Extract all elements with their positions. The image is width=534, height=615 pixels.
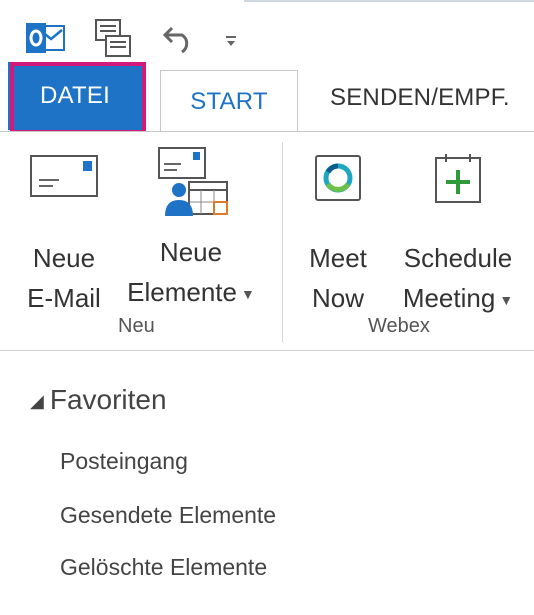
new-items-line2: Elemente bbox=[127, 277, 237, 307]
quick-access-toolbar bbox=[0, 0, 534, 62]
customize-qat-icon[interactable] bbox=[224, 34, 238, 52]
group-label-webex: Webex bbox=[368, 315, 430, 337]
schedule-meeting-line2-wrap: Meeting ▼ bbox=[390, 278, 526, 320]
collapse-triangle-icon: ◢ bbox=[30, 391, 44, 412]
undo-icon[interactable] bbox=[162, 24, 198, 59]
tab-datei[interactable]: DATEI bbox=[8, 62, 142, 130]
tab-datei-label: DATEI bbox=[40, 82, 110, 109]
group-separator bbox=[282, 142, 283, 342]
folder-gesendete-elemente[interactable]: Gesendete Elemente bbox=[60, 502, 276, 529]
schedule-meeting-line1: Schedule bbox=[403, 243, 513, 273]
new-email-line2: E-Mail bbox=[27, 283, 101, 313]
new-items-icon bbox=[158, 147, 228, 216]
new-items-button[interactable]: Neue Elemente ▼ bbox=[116, 146, 266, 314]
ribbon-start: Neue E-Mail Neue Elemente ▼ Meet Now Sch… bbox=[0, 131, 534, 351]
tab-senden-label: SENDEN/EMPF. bbox=[330, 84, 510, 111]
folder-geloeschte-elemente[interactable]: Gelöschte Elemente bbox=[60, 554, 267, 581]
tab-senden-empfangen[interactable]: SENDEN/EMPF. bbox=[330, 84, 510, 112]
meet-now-line1: Meet bbox=[309, 243, 367, 273]
tab-start-label: START bbox=[190, 87, 268, 115]
window-border bbox=[244, 0, 534, 2]
schedule-meeting-line2: Meeting bbox=[402, 283, 496, 313]
meet-now-button[interactable]: Meet Now bbox=[298, 154, 378, 318]
ribbon-tab-bar: DATEI START SENDEN/EMPF. bbox=[0, 62, 534, 132]
new-email-icon bbox=[30, 155, 98, 197]
group-label-neu: Neu bbox=[118, 315, 155, 337]
schedule-meeting-icon bbox=[435, 154, 481, 203]
favorites-label: Favoriten bbox=[49, 384, 167, 415]
meet-now-line2: Now bbox=[311, 283, 364, 313]
tab-start[interactable]: START bbox=[160, 70, 298, 132]
new-email-line1: Neue bbox=[32, 243, 96, 273]
folder-posteingang[interactable]: Posteingang bbox=[60, 448, 188, 475]
chevron-down-icon: ▼ bbox=[499, 292, 514, 309]
schedule-meeting-button[interactable]: Schedule Meeting ▼ bbox=[390, 152, 526, 320]
send-receive-all-icon[interactable] bbox=[94, 18, 132, 63]
navigation-pane: ◢ Favoriten Posteingang Gesendete Element… bbox=[0, 352, 534, 615]
new-items-line2-wrap: Elemente ▼ bbox=[116, 272, 266, 314]
favorites-header[interactable]: ◢ Favoriten bbox=[30, 384, 167, 416]
webex-meet-icon bbox=[315, 155, 361, 201]
new-items-line1: Neue bbox=[159, 237, 223, 267]
chevron-down-icon: ▼ bbox=[240, 286, 255, 303]
outlook-logo-icon[interactable] bbox=[24, 22, 66, 61]
new-email-button[interactable]: Neue E-Mail bbox=[18, 154, 110, 318]
